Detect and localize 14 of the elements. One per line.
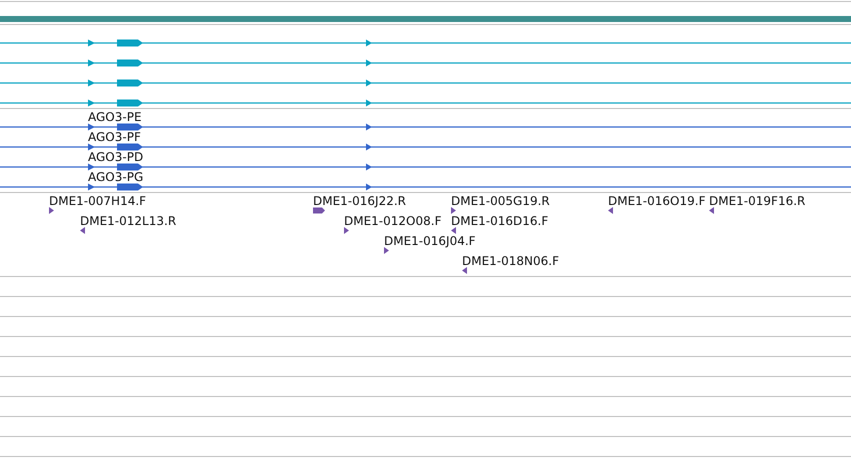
clone-label: DME1-007H14.F	[49, 194, 146, 208]
transcript-label: AGO3-PE	[88, 110, 142, 124]
transcript-label: AGO3-PG	[88, 170, 144, 184]
clone-label: DME1-019F16.R	[709, 194, 806, 208]
clone-label: DME1-016O19.F	[608, 194, 706, 208]
transcript-label: AGO3-PF	[88, 130, 141, 144]
clone-label: DME1-012L13.R	[80, 214, 176, 228]
clone-label: DME1-016J04.F	[384, 234, 476, 248]
clone-label: DME1-005G19.R	[451, 194, 550, 208]
clone-label: DME1-018N06.F	[462, 254, 560, 268]
transcript-label: AGO3-PD	[88, 150, 144, 164]
clone-label: DME1-016J22.R	[313, 194, 406, 208]
clone-label: DME1-012O08.F	[344, 214, 442, 228]
clone-label: DME1-016D16.F	[451, 214, 548, 228]
